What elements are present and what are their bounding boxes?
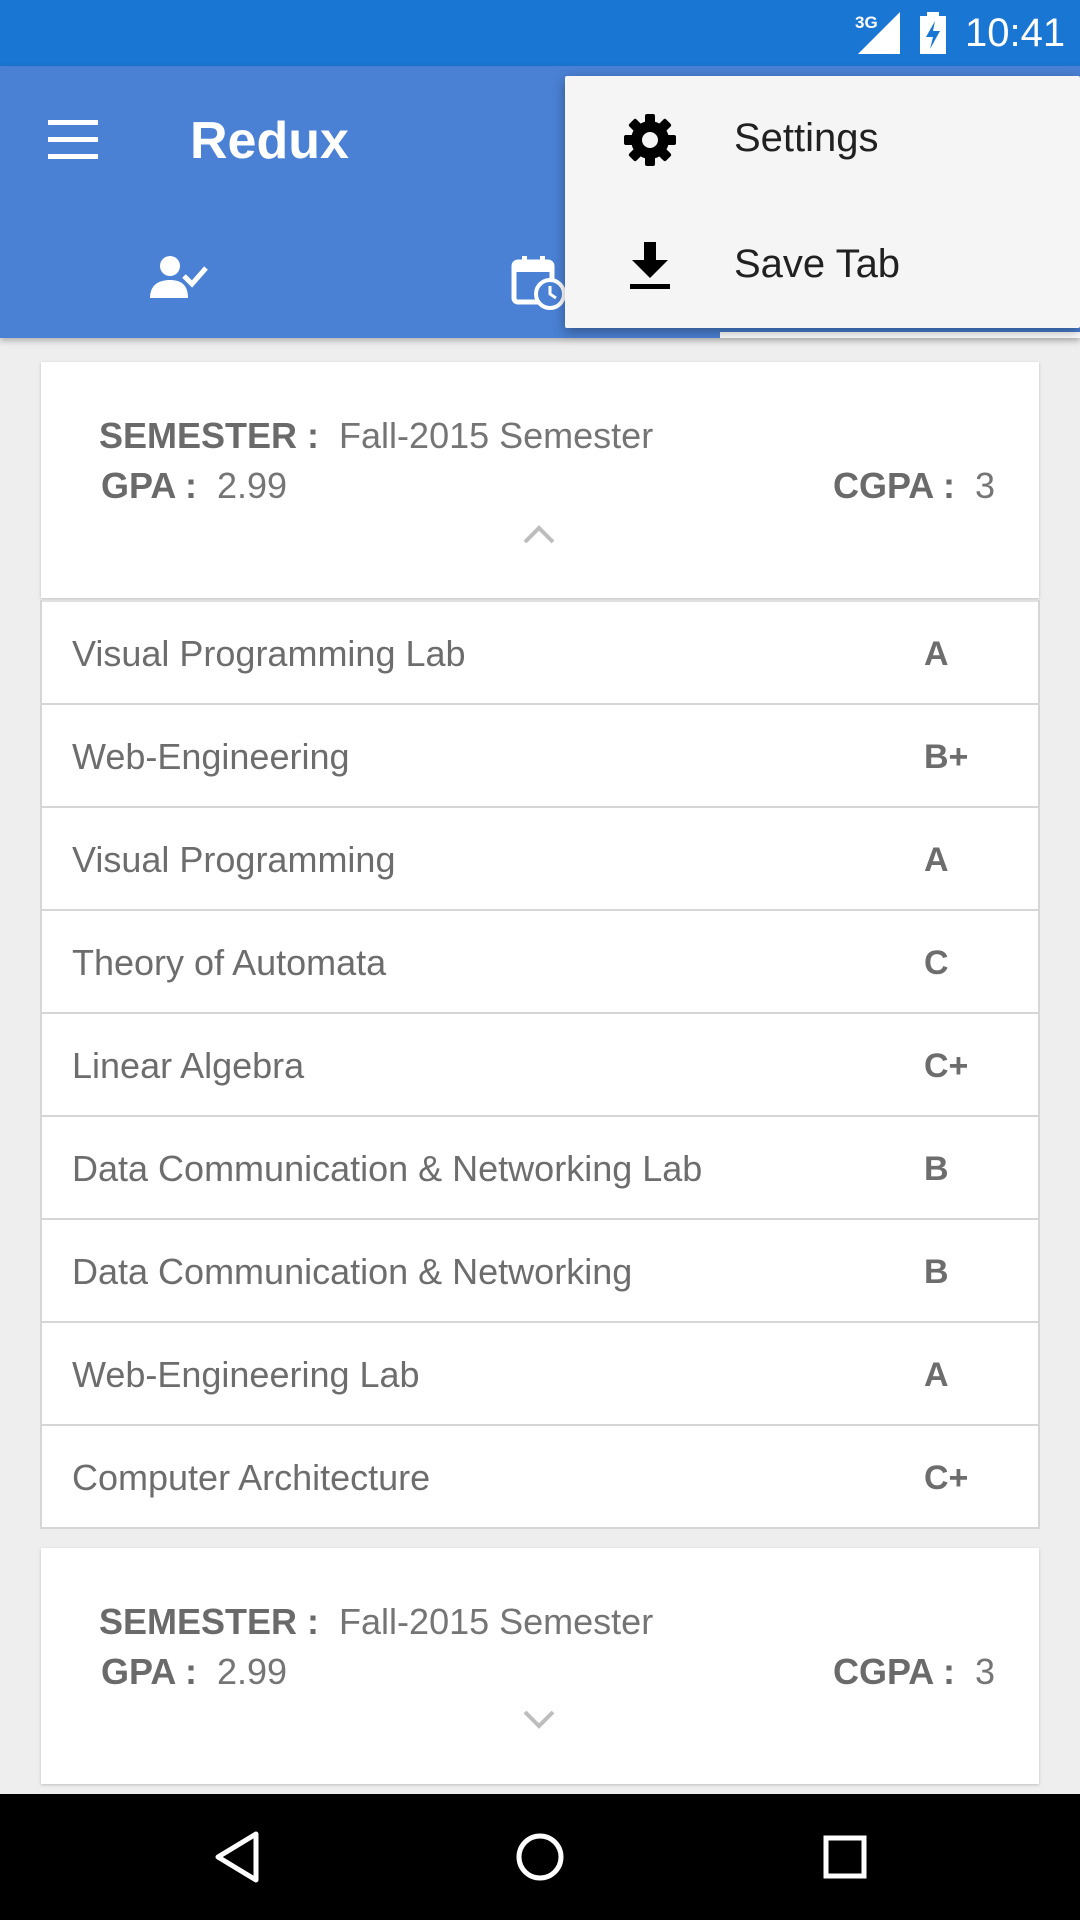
semester-row: SEMESTER : Fall-2015 Semester xyxy=(99,1600,653,1644)
cgpa-label: CGPA : xyxy=(832,465,955,506)
semester-card[interactable]: SEMESTER : Fall-2015 Semester GPA : 2.99… xyxy=(41,1548,1039,1784)
gear-icon xyxy=(624,114,676,166)
course-row[interactable]: Visual Programming Lab A xyxy=(42,600,1038,703)
network-type: 3G xyxy=(855,13,878,32)
menu-item-settings[interactable]: Settings xyxy=(565,76,1080,202)
course-grade: A xyxy=(924,841,949,879)
app-title: Redux xyxy=(190,112,349,170)
home-icon[interactable] xyxy=(514,1830,566,1884)
tab-students[interactable] xyxy=(0,232,360,338)
semester-label: SEMESTER : xyxy=(99,415,320,456)
menu-item-save-tab[interactable]: Save Tab xyxy=(565,202,1080,328)
gpa-label: GPA : xyxy=(101,465,197,506)
semester-label: SEMESTER : xyxy=(99,1601,320,1642)
navigation-bar xyxy=(0,1794,1080,1920)
course-row[interactable]: Computer Architecture C+ xyxy=(42,1424,1038,1527)
course-name: Computer Architecture xyxy=(72,1457,431,1498)
semester-row: SEMESTER : Fall-2015 Semester xyxy=(99,414,653,458)
semester-value: Fall-2015 Semester xyxy=(339,1601,654,1642)
course-row[interactable]: Theory of Automata C xyxy=(42,909,1038,1012)
hamburger-menu-icon[interactable] xyxy=(48,120,98,160)
gpa-row: GPA : 2.99 xyxy=(101,464,287,508)
cgpa-value: 3 xyxy=(974,465,995,506)
calendar-clock-icon xyxy=(511,256,566,310)
course-row[interactable]: Visual Programming A xyxy=(42,806,1038,909)
gpa-label: GPA : xyxy=(101,1651,197,1692)
overflow-menu: Settings Save Tab xyxy=(565,76,1080,328)
download-icon xyxy=(630,242,670,289)
cgpa-row: CGPA : 3 xyxy=(833,464,995,508)
menu-item-label: Save Tab xyxy=(734,242,901,286)
semester-card[interactable]: SEMESTER : Fall-2015 Semester GPA : 2.99… xyxy=(41,362,1039,598)
gpa-value: 2.99 xyxy=(217,465,288,506)
chevron-up-icon[interactable] xyxy=(521,522,557,546)
cgpa-row: CGPA : 3 xyxy=(833,1650,995,1694)
course-grade: A xyxy=(924,635,949,673)
cgpa-value: 3 xyxy=(974,1651,995,1692)
battery-charging-icon xyxy=(920,12,946,54)
recent-apps-icon[interactable] xyxy=(822,1830,868,1884)
course-name: Data Communication & Networking Lab xyxy=(72,1148,703,1189)
course-grade: C+ xyxy=(924,1459,969,1497)
menu-item-label: Settings xyxy=(734,116,879,160)
course-grade: B xyxy=(924,1253,949,1291)
course-name: Linear Algebra xyxy=(72,1045,305,1086)
cgpa-label: CGPA : xyxy=(832,1651,955,1692)
gpa-row: GPA : 2.99 xyxy=(101,1650,287,1694)
status-bar: 3G 10:41 xyxy=(0,0,1080,66)
course-grade: C xyxy=(924,944,949,982)
course-name: Web-Engineering xyxy=(72,736,350,777)
course-name: Theory of Automata xyxy=(72,942,387,983)
course-row[interactable]: Web-Engineering Lab A xyxy=(42,1321,1038,1424)
course-grade: C+ xyxy=(924,1047,969,1085)
course-name: Visual Programming xyxy=(72,839,396,880)
course-grade: B+ xyxy=(924,738,969,776)
course-name: Web-Engineering Lab xyxy=(72,1354,420,1395)
course-grade: A xyxy=(924,1356,949,1394)
course-name: Visual Programming Lab xyxy=(72,633,466,674)
gpa-value: 2.99 xyxy=(217,1651,288,1692)
course-row[interactable]: Linear Algebra C+ xyxy=(42,1012,1038,1115)
course-grade: B xyxy=(924,1150,949,1188)
selected-tab-indicator xyxy=(720,332,1080,338)
course-row[interactable]: Web-Engineering B+ xyxy=(42,703,1038,806)
course-row[interactable]: Data Communication & Networking Lab B xyxy=(42,1115,1038,1218)
course-row[interactable]: Data Communication & Networking B xyxy=(42,1218,1038,1321)
back-icon[interactable] xyxy=(212,1830,262,1884)
semester-value: Fall-2015 Semester xyxy=(339,415,654,456)
course-list: Visual Programming Lab A Web-Engineering… xyxy=(40,600,1040,1529)
person-check-icon xyxy=(150,256,208,298)
course-name: Data Communication & Networking xyxy=(72,1251,633,1292)
chevron-down-icon[interactable] xyxy=(521,1708,557,1732)
status-time: 10:41 xyxy=(965,11,1066,55)
